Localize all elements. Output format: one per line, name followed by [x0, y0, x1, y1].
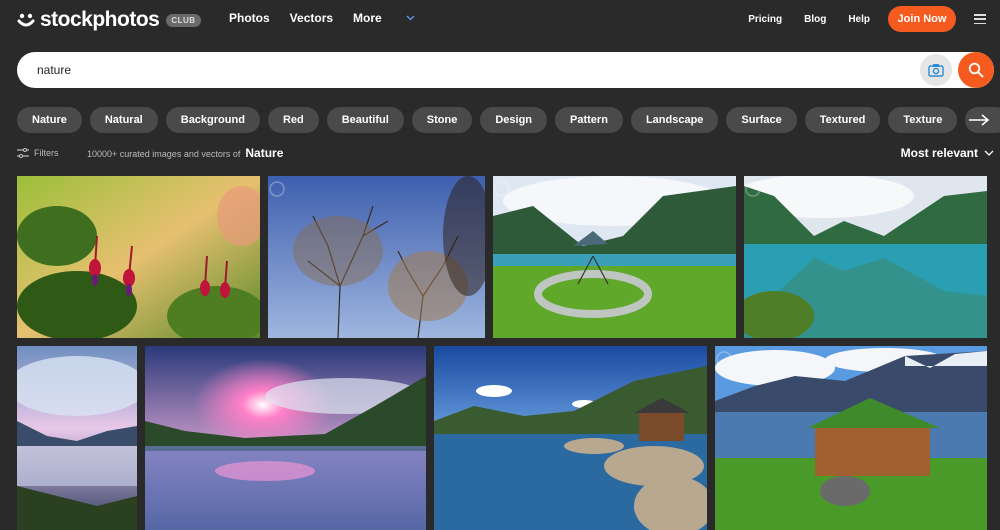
- secondary-nav: Pricing Blog Help Join Now: [748, 6, 986, 32]
- nav-blog[interactable]: Blog: [804, 14, 826, 25]
- results-summary: 10000+ curated images and vectors of Nat…: [87, 146, 283, 160]
- search-button[interactable]: [958, 52, 994, 88]
- tag-nature[interactable]: Nature: [17, 107, 82, 133]
- tag-pattern[interactable]: Pattern: [555, 107, 623, 133]
- nav-photos[interactable]: Photos: [229, 11, 270, 25]
- sort-dropdown[interactable]: Most relevant: [901, 146, 994, 160]
- tag-red[interactable]: Red: [267, 107, 319, 133]
- photo-grass-roof-cabin[interactable]: [715, 346, 987, 530]
- photo-mountain-lake-firepit[interactable]: [493, 176, 736, 338]
- stockphotos-logo-icon: [17, 11, 35, 29]
- photo-fjord-boathouse[interactable]: [434, 346, 707, 530]
- tag-natural[interactable]: Natural: [89, 107, 158, 133]
- tag-stone[interactable]: Stone: [411, 107, 473, 133]
- search-icon: [968, 62, 984, 78]
- watermark-icon: [269, 181, 285, 197]
- arrow-right-icon: [969, 114, 990, 126]
- hamburger-menu-icon[interactable]: [974, 14, 986, 24]
- tags-next-button[interactable]: [966, 111, 992, 129]
- photo-lake-reflection[interactable]: [744, 176, 987, 338]
- tag-surface[interactable]: Surface: [726, 107, 797, 133]
- filters-label: Filters: [34, 148, 59, 158]
- primary-nav: Photos Vectors More: [229, 11, 435, 25]
- tag-textured[interactable]: Textured: [804, 107, 881, 133]
- nav-vectors[interactable]: Vectors: [290, 11, 333, 25]
- photo-pink-sun-lake[interactable]: [145, 346, 426, 530]
- related-tags: Nature Natural Background Red Beautiful …: [17, 107, 1000, 133]
- nav-help[interactable]: Help: [848, 14, 870, 25]
- tag-beautiful[interactable]: Beautiful: [326, 107, 404, 133]
- brand-name: stockphotos: [40, 8, 160, 31]
- nav-pricing[interactable]: Pricing: [748, 14, 782, 25]
- camera-search-button[interactable]: [920, 54, 952, 86]
- camera-search-icon: [928, 64, 944, 77]
- photo-fjord-sunset-left[interactable]: [17, 346, 137, 530]
- tag-texture[interactable]: Texture: [888, 107, 958, 133]
- results-query: Nature: [245, 146, 284, 160]
- brand-logo[interactable]: stockphotos CLUB: [17, 8, 201, 32]
- chevron-down-icon: [984, 150, 994, 156]
- nav-more[interactable]: More: [353, 11, 415, 25]
- filters-button[interactable]: Filters: [17, 148, 59, 158]
- top-navigation: stockphotos CLUB Photos Vectors More Pri…: [0, 0, 1000, 38]
- watermark-icon: [745, 181, 761, 197]
- photo-fuchsia-flowers[interactable]: [17, 176, 260, 338]
- photo-bare-trees-sky[interactable]: [268, 176, 485, 338]
- nav-more-label: More: [353, 11, 382, 25]
- sort-label: Most relevant: [900, 146, 978, 160]
- tag-background[interactable]: Background: [165, 107, 260, 133]
- tag-design[interactable]: Design: [480, 107, 548, 133]
- search-bar: [17, 52, 994, 88]
- join-now-button[interactable]: Join Now: [888, 6, 956, 32]
- results-count-text: 10000+ curated images and vectors of: [87, 149, 241, 159]
- search-input[interactable]: [37, 52, 837, 88]
- sliders-icon: [17, 148, 29, 158]
- tag-landscape[interactable]: Landscape: [630, 107, 719, 133]
- watermark-icon: [494, 181, 510, 197]
- club-badge: CLUB: [166, 13, 201, 27]
- results-toolbar: Filters 10000+ curated images and vector…: [17, 146, 994, 162]
- chevron-down-icon: [406, 15, 415, 21]
- watermark-icon: [716, 351, 732, 367]
